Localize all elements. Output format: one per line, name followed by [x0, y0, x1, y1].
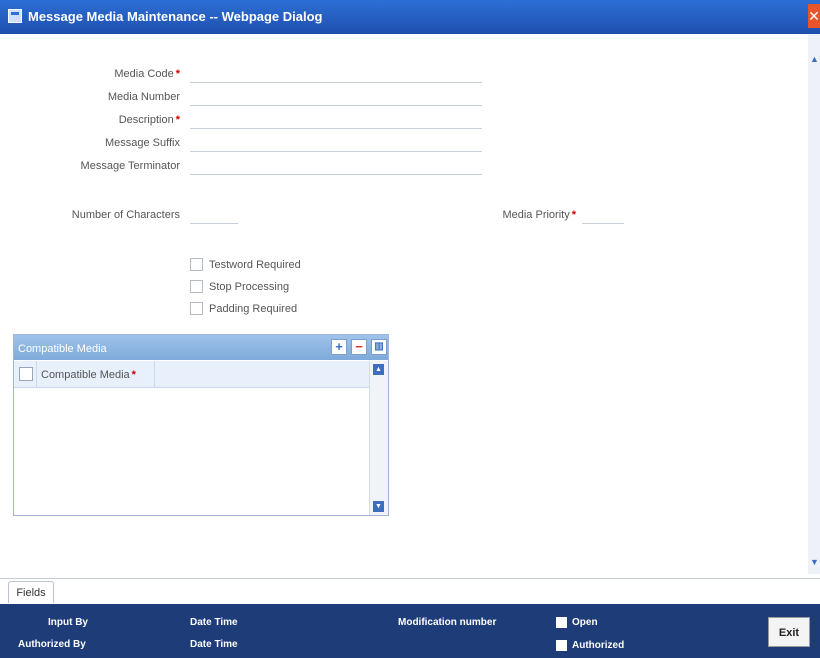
- media-number-label: Media Number: [107, 91, 180, 103]
- grid-column-header: Compatible Media *: [14, 361, 369, 388]
- select-all-checkbox[interactable]: [19, 367, 33, 381]
- scroll-down-icon[interactable]: ▼: [810, 557, 819, 567]
- authorized-checkbox[interactable]: Authorized: [556, 640, 624, 651]
- stop-processing-checkbox[interactable]: Stop Processing: [190, 280, 289, 293]
- required-mark: *: [175, 114, 180, 126]
- app-icon: [8, 9, 22, 23]
- grid-header: Compatible Media + − ▥: [14, 335, 388, 360]
- compatible-media-grid: Compatible Media + − ▥ Compatible Media *…: [13, 334, 389, 516]
- checkbox-box[interactable]: [190, 302, 203, 315]
- checkbox-box[interactable]: [556, 640, 567, 651]
- grid-title: Compatible Media: [18, 343, 107, 355]
- required-mark: *: [175, 68, 180, 80]
- message-terminator-label: Message Terminator: [80, 160, 180, 172]
- testword-required-checkbox[interactable]: Testword Required: [190, 258, 301, 271]
- tab-strip: Fields: [0, 578, 820, 605]
- media-code-label: Media Code *: [114, 68, 180, 80]
- checkbox-box[interactable]: [190, 280, 203, 293]
- scroll-up-icon[interactable]: ▲: [810, 54, 819, 64]
- description-input[interactable]: [190, 112, 482, 129]
- checkbox-box[interactable]: [190, 258, 203, 271]
- padding-required-checkbox[interactable]: Padding Required: [190, 302, 297, 315]
- exit-button[interactable]: Exit: [768, 617, 810, 647]
- grid-scroll-up-icon[interactable]: ▲: [373, 364, 384, 375]
- close-icon[interactable]: ✕: [808, 4, 820, 28]
- media-code-input[interactable]: [190, 66, 482, 83]
- message-suffix-label: Message Suffix: [104, 137, 180, 149]
- add-row-icon[interactable]: +: [331, 339, 347, 355]
- date-time-label: Date Time: [190, 617, 238, 628]
- checkbox-label: Testword Required: [209, 258, 301, 271]
- checkbox-box[interactable]: [556, 617, 567, 628]
- title-bar: Message Media Maintenance -- Webpage Dia…: [0, 0, 820, 34]
- delete-row-icon[interactable]: −: [351, 339, 367, 355]
- window-title: Message Media Maintenance -- Webpage Dia…: [28, 9, 323, 24]
- description-label: Description *: [118, 114, 180, 126]
- input-by-label: Input By: [48, 617, 88, 628]
- media-priority-input[interactable]: [582, 207, 624, 224]
- authorized-by-label: Authorized By: [18, 639, 86, 650]
- media-priority-label: Media Priority *: [502, 209, 576, 221]
- grid-scrollbar[interactable]: ▲ ▼: [369, 361, 388, 515]
- compatible-media-column: Compatible Media *: [41, 369, 136, 381]
- message-terminator-input[interactable]: [190, 158, 482, 175]
- grid-scroll-down-icon[interactable]: ▼: [373, 501, 384, 512]
- tab-fields[interactable]: Fields: [8, 581, 54, 603]
- checkbox-label: Padding Required: [209, 302, 298, 315]
- number-of-characters-label: Number of Characters: [71, 209, 180, 221]
- media-number-input[interactable]: [190, 89, 482, 106]
- checkbox-label: Stop Processing: [209, 280, 290, 293]
- message-suffix-input[interactable]: [190, 135, 482, 152]
- page-scrollbar[interactable]: ▲ ▼: [808, 34, 820, 574]
- required-mark: *: [131, 369, 136, 381]
- number-of-characters-input[interactable]: [190, 207, 238, 224]
- columns-icon[interactable]: ▥: [371, 339, 387, 355]
- modification-number-label: Modification number: [398, 617, 497, 628]
- date-time-label: Date Time: [190, 639, 238, 650]
- required-mark: *: [571, 209, 576, 221]
- audit-footer: Input By Authorized By Date Time Date Ti…: [0, 604, 820, 658]
- open-checkbox[interactable]: Open: [556, 617, 598, 628]
